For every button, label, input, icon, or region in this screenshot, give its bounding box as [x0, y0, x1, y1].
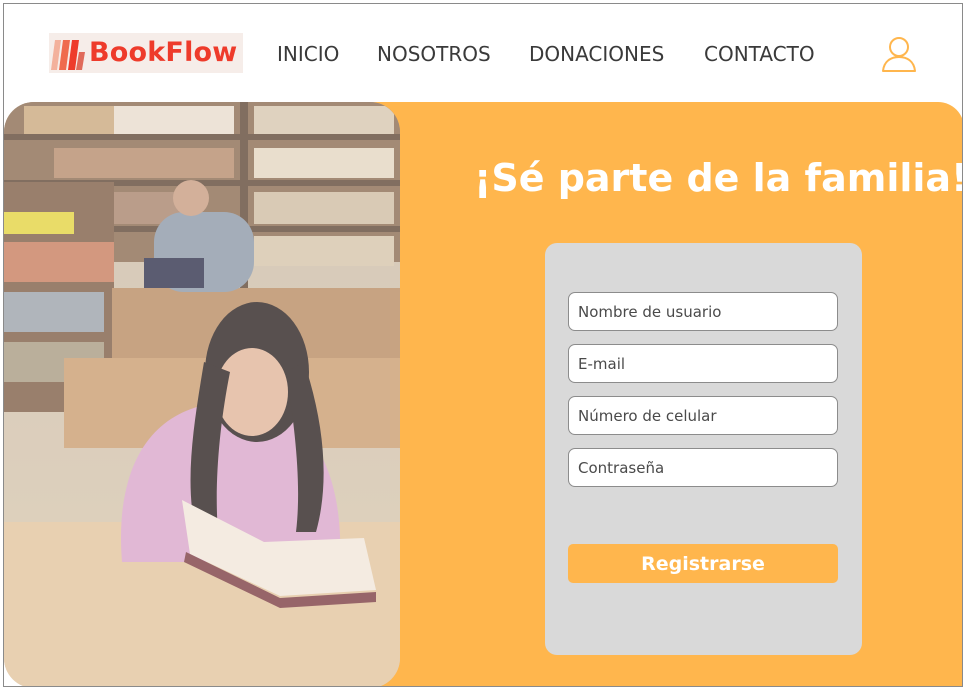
brand-name: BookFlow	[89, 37, 238, 68]
user-icon[interactable]	[880, 34, 918, 74]
username-input[interactable]	[568, 292, 838, 331]
phone-input[interactable]	[568, 396, 838, 435]
registration-form: Registrarse	[545, 243, 862, 655]
library-students-photo	[4, 102, 400, 686]
email-input[interactable]	[568, 344, 838, 383]
brand-logo[interactable]: BookFlow	[49, 33, 243, 73]
site-header: BookFlow INICIO NOSOTROS DONACIONES CONT…	[4, 4, 962, 104]
nav-item-contacto[interactable]: CONTACTO	[704, 42, 815, 66]
nav-item-donaciones[interactable]: DONACIONES	[529, 42, 664, 66]
nav-item-nosotros[interactable]: NOSOTROS	[377, 42, 491, 66]
page-frame: BookFlow INICIO NOSOTROS DONACIONES CONT…	[3, 3, 963, 687]
hero-title: ¡Sé parte de la familia!	[474, 156, 963, 200]
nav-item-inicio[interactable]: INICIO	[277, 42, 339, 66]
library-photo-illustration	[4, 102, 400, 686]
register-button[interactable]: Registrarse	[568, 544, 838, 583]
books-logo-icon	[51, 40, 85, 70]
password-input[interactable]	[568, 448, 838, 487]
